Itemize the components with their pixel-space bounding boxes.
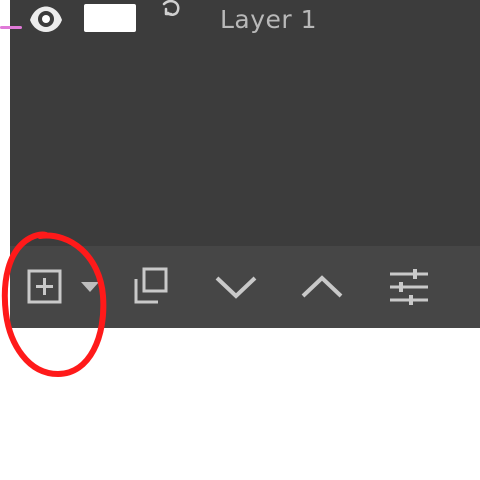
layers-panel: Layer 1 bbox=[0, 0, 480, 328]
selection-marker bbox=[0, 26, 22, 29]
move-layer-up-button[interactable] bbox=[292, 246, 352, 328]
link-icon[interactable] bbox=[156, 0, 186, 24]
left-edge bbox=[0, 0, 10, 328]
layer-name[interactable]: Layer 1 bbox=[220, 4, 317, 36]
dropdown-arrow-icon bbox=[79, 280, 101, 294]
move-up-icon bbox=[297, 272, 347, 302]
duplicate-layer-button[interactable] bbox=[122, 246, 182, 328]
duplicate-layer-icon bbox=[127, 265, 177, 309]
layer-list-empty-area[interactable] bbox=[10, 40, 480, 246]
layer-thumbnail[interactable] bbox=[84, 4, 136, 32]
layer-row[interactable]: Layer 1 bbox=[0, 0, 480, 40]
move-layer-down-button[interactable] bbox=[206, 246, 266, 328]
add-layer-dropdown[interactable] bbox=[76, 246, 104, 328]
layers-panel-screenshot: Layer 1 bbox=[0, 0, 480, 480]
move-down-icon bbox=[211, 272, 261, 302]
add-layer-button[interactable] bbox=[20, 246, 72, 328]
add-layer-icon bbox=[26, 267, 66, 307]
layers-toolbar bbox=[10, 246, 480, 328]
layer-properties-button[interactable] bbox=[378, 246, 440, 328]
eye-icon[interactable] bbox=[24, 0, 68, 40]
layer-properties-icon bbox=[385, 264, 433, 310]
